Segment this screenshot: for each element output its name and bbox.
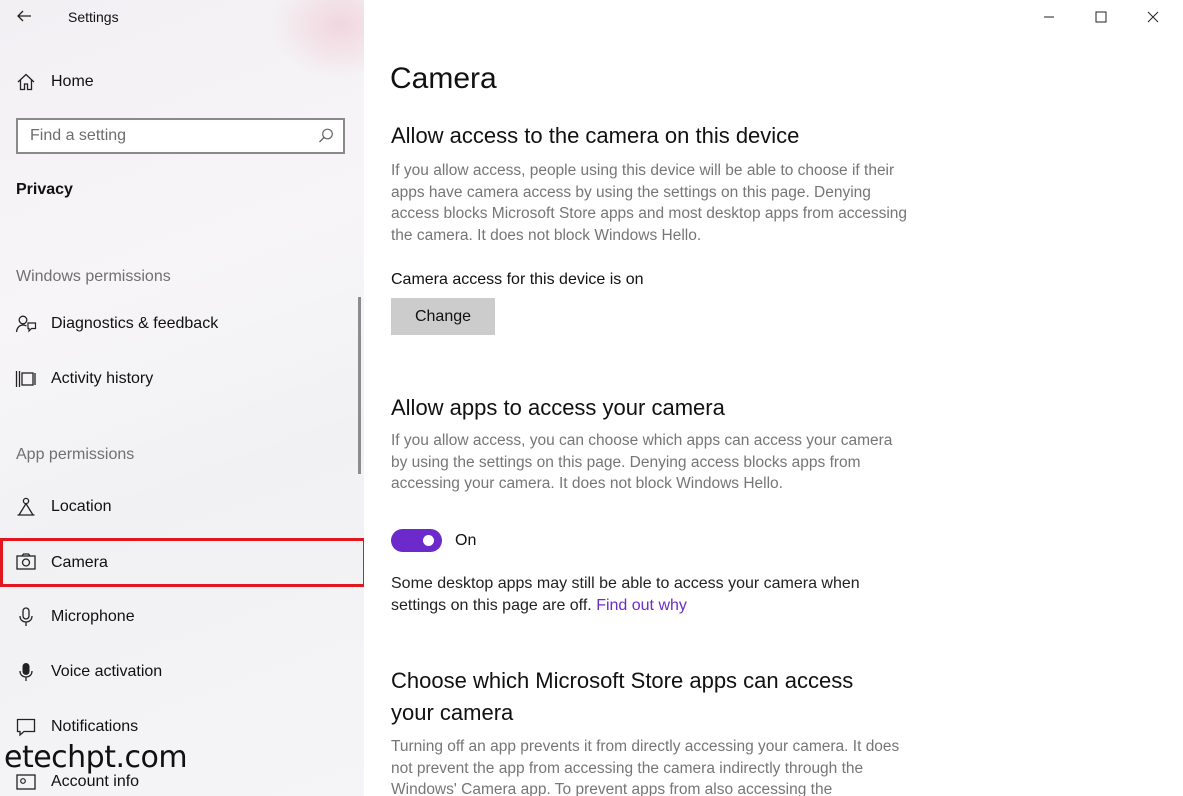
device-access-status: Camera access for this device is on [391,271,644,288]
desktop-apps-note: Some desktop apps may still be able to a… [391,573,911,617]
notifications-icon [15,716,37,738]
apps-access-heading: Allow apps to access your camera [391,395,725,420]
app-title: Settings [68,9,119,25]
search-box[interactable] [16,118,345,154]
watermark: etechpt.com [4,740,188,775]
sidebar-item-camera[interactable]: Camera [0,538,364,587]
toggle-knob [423,535,434,546]
main-content: Camera Allow access to the camera on thi… [364,0,1183,796]
microphone-icon [15,606,37,628]
sidebar-scrollbar[interactable] [358,297,361,474]
device-access-description: If you allow access, people using this d… [391,162,908,245]
device-access-heading: Allow access to the camera on this devic… [391,123,800,148]
sidebar: Settings Home Privacy Windows permission… [0,0,364,796]
sidebar-item-label: Notifications [51,718,139,735]
group-label-app-permissions: App permissions [16,446,135,463]
minimize-button[interactable] [1023,0,1075,34]
sidebar-item-label: Activity history [51,370,154,387]
search-input[interactable] [18,120,308,152]
store-apps-heading: Choose which Microsoft Store apps can ac… [391,668,854,725]
back-button[interactable] [12,4,36,28]
location-icon [15,496,37,518]
sidebar-item-home[interactable]: Home [0,64,364,100]
sidebar-item-label: Camera [51,554,108,571]
toggle-state-label: On [455,532,477,549]
camera-icon [15,551,37,573]
store-apps-description: Turning off an app prevents it from dire… [391,738,900,796]
maximize-button[interactable] [1075,0,1127,34]
sidebar-item-location[interactable]: Location [0,485,364,529]
page-title: Camera [390,62,497,95]
sidebar-item-label: Voice activation [51,663,163,680]
sidebar-item-label: Microphone [51,608,135,625]
sidebar-item-microphone[interactable]: Microphone [0,595,364,639]
sidebar-item-diagnostics-feedback[interactable]: Diagnostics & feedback [0,302,364,346]
apps-access-toggle[interactable] [391,529,442,552]
change-button[interactable]: Change [391,298,495,335]
find-out-why-link[interactable]: Find out why [596,597,687,614]
sidebar-item-label: Diagnostics & feedback [51,315,219,332]
group-label-windows-permissions: Windows permissions [16,268,171,285]
search-icon[interactable] [317,127,335,145]
close-button[interactable] [1127,0,1179,34]
maximize-icon [1095,11,1107,23]
sidebar-item-label: Location [51,498,112,515]
section-title: Privacy [16,181,73,198]
voice-activation-icon [15,661,37,683]
apps-access-description: If you allow access, you can choose whic… [391,432,893,493]
sidebar-item-activity-history[interactable]: Activity history [0,357,364,401]
timeline-icon [15,368,37,390]
sidebar-item-label: Account info [51,773,140,790]
feedback-icon [15,313,37,335]
sidebar-item-voice-activation[interactable]: Voice activation [0,650,364,694]
close-icon [1147,11,1159,23]
window-controls [1023,0,1183,34]
minimize-icon [1044,16,1054,18]
back-arrow-icon [17,10,31,22]
sidebar-item-label: Home [51,73,94,90]
home-icon [15,71,37,93]
